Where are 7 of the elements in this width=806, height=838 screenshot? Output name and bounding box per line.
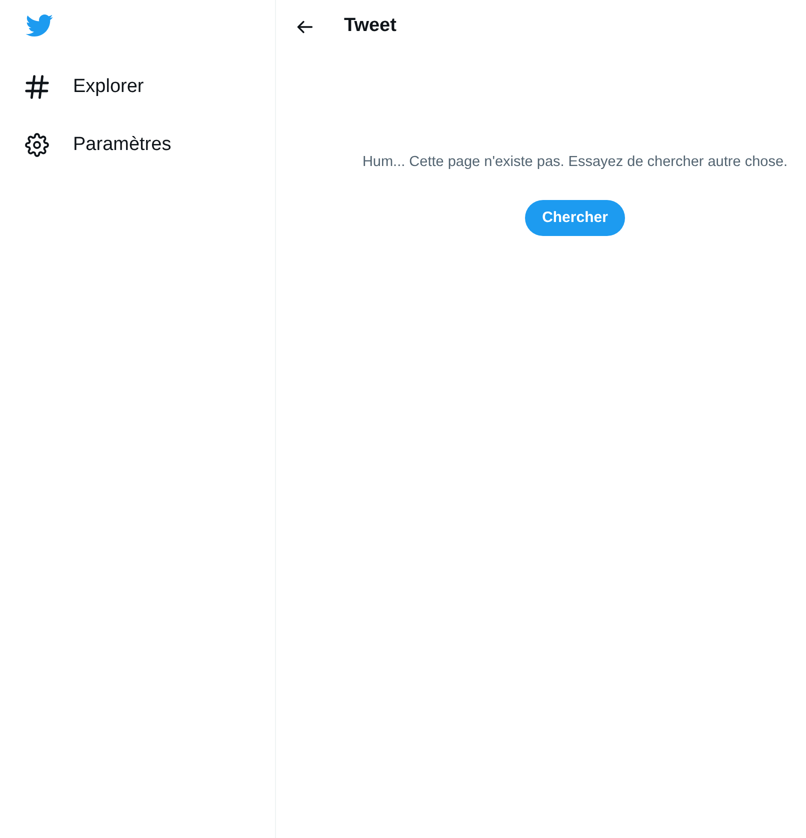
settings-icon <box>25 133 49 157</box>
nav-link[interactable]: Paramètres <box>25 131 172 159</box>
empty-message: Hum... Cette page n'existe pas. Essayez de chercher autre chose. <box>362 153 788 172</box>
page-title: Tweet <box>344 14 396 38</box>
hashtag-icon <box>25 75 49 99</box>
nav-link[interactable]: Explorer <box>25 73 144 101</box>
bird-icon <box>25 13 53 39</box>
